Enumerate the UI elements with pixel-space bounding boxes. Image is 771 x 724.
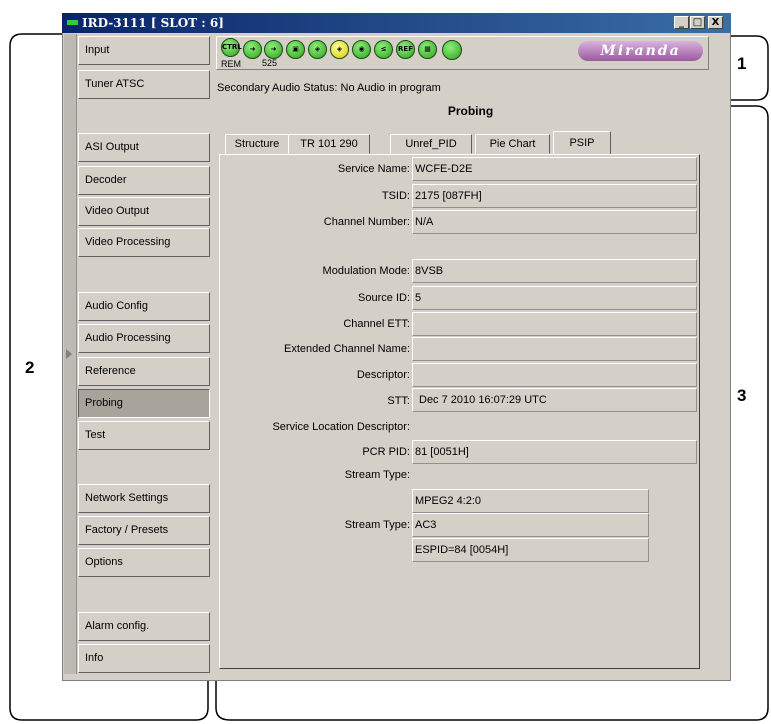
service-location-descriptor-label: Service Location Descriptor: [272, 421, 410, 433]
espid-field: ESPID=84 [0054H] [412, 538, 649, 562]
tsid-field: 2175 [087FH] [412, 184, 697, 208]
sidebar-item-video-output[interactable]: Video Output [78, 197, 210, 226]
descriptor-label: Descriptor: [356, 369, 410, 381]
window-title: IRD-3111 [ SLOT : 6] [82, 16, 224, 30]
source-id-field: 5 [412, 286, 697, 310]
sidebar-item-factory-presets[interactable]: Factory / Presets [78, 516, 210, 545]
tsid-label: TSID: [381, 190, 410, 202]
tab-structure[interactable]: Structure [225, 134, 289, 154]
callout-1: 1 [737, 54, 747, 73]
audio-warning-icon[interactable]: ◈ [330, 40, 349, 59]
sidebar-item-audio-config[interactable]: Audio Config [78, 292, 210, 321]
sidebar-item-options[interactable]: Options [78, 548, 210, 577]
delay-icon[interactable]: ≤ [374, 40, 393, 59]
sidebar-item-asi-output[interactable]: ASI Output [78, 133, 210, 162]
pcr-pid-label: PCR PID: [362, 446, 410, 458]
channel-number-field: N/A [412, 210, 697, 234]
pcr-pid-field: 81 [0051H] [412, 440, 697, 464]
sidebar-item-input[interactable]: Input [78, 36, 210, 65]
callout-2: 2 [25, 358, 35, 377]
modulation-mode-label: Modulation Mode: [322, 265, 410, 277]
sidebar-item-test[interactable]: Test [78, 421, 210, 450]
tab-psip[interactable]: PSIP [553, 131, 611, 155]
panel-title: Probing [447, 104, 494, 118]
channel-ett-label: Channel ETT: [343, 318, 410, 330]
audio-status-icon[interactable]: ◈ [308, 40, 327, 59]
channel-number-label: Channel Number: [323, 216, 410, 228]
secondary-audio-status: Secondary Audio Status: No Audio in prog… [217, 82, 441, 94]
stt-field: Dec 7 2010 16:07:29 UTC [412, 388, 697, 412]
maximize-button[interactable]: □ [690, 16, 705, 29]
sidebar-item-decoder[interactable]: Decoder [78, 166, 210, 195]
stt-label: STT: [387, 395, 410, 407]
channel-ett-field [412, 312, 697, 336]
sidebar-item-audio-processing[interactable]: Audio Processing [78, 324, 210, 353]
audio-processing-icon[interactable]: ◉ [352, 40, 371, 59]
modulation-mode-field: 8VSB [412, 259, 697, 283]
ctrl-icon[interactable]: CTRL [221, 38, 242, 57]
lock-status-icon[interactable]: ▣ [286, 40, 305, 59]
title-bar[interactable]: IRD-3111 [ SLOT : 6] _ □ X [62, 13, 731, 33]
stream-type-field-1: MPEG2 4:2:0 [412, 489, 649, 513]
sidebar-item-tuner-atsc[interactable]: Tuner ATSC [78, 70, 210, 99]
sidebar-item-network-settings[interactable]: Network Settings [78, 484, 210, 513]
stream-type-field-2: AC3 [412, 513, 649, 537]
sidebar-item-alarm-config[interactable]: Alarm config. [78, 612, 210, 641]
sidebar-item-info[interactable]: Info [78, 644, 210, 673]
expand-arrow-icon[interactable] [66, 349, 72, 359]
descriptor-field [412, 363, 697, 387]
overall-status-led-icon[interactable] [442, 40, 462, 60]
stream-type-label-1: Stream Type: [344, 469, 410, 481]
ref-icon[interactable]: REF [396, 40, 415, 59]
miranda-logo: Miranda [578, 41, 703, 61]
monitor-icon[interactable]: ▦ [418, 40, 437, 59]
stream-type-label-2: Stream Type: [344, 519, 410, 531]
output-arrow-icon[interactable]: ➜ [264, 40, 283, 59]
sidebar-item-video-processing[interactable]: Video Processing [78, 228, 210, 257]
format-label: 525 [262, 58, 278, 68]
sidebar-item-probing[interactable]: Probing [78, 389, 210, 418]
source-id-label: Source ID: [358, 292, 410, 304]
rem-label: REM [221, 59, 241, 69]
input-arrow-icon[interactable]: ➜ [243, 40, 262, 59]
extended-channel-name-label: Extended Channel Name: [284, 343, 410, 355]
tab-tr-101-290[interactable]: TR 101 290 [288, 134, 370, 154]
service-name-field: WCFE-D2E [412, 157, 697, 181]
tab-unref-pid[interactable]: Unref_PID [390, 134, 472, 154]
close-button[interactable]: X [708, 16, 723, 29]
sidebar-item-reference[interactable]: Reference [78, 357, 210, 386]
callout-3: 3 [737, 386, 747, 405]
extended-channel-name-field [412, 337, 697, 361]
minimize-button[interactable]: _ [674, 16, 689, 29]
tab-pie-chart[interactable]: Pie Chart [475, 134, 550, 154]
window-icon [67, 20, 78, 25]
service-name-label: Service Name: [337, 163, 410, 175]
